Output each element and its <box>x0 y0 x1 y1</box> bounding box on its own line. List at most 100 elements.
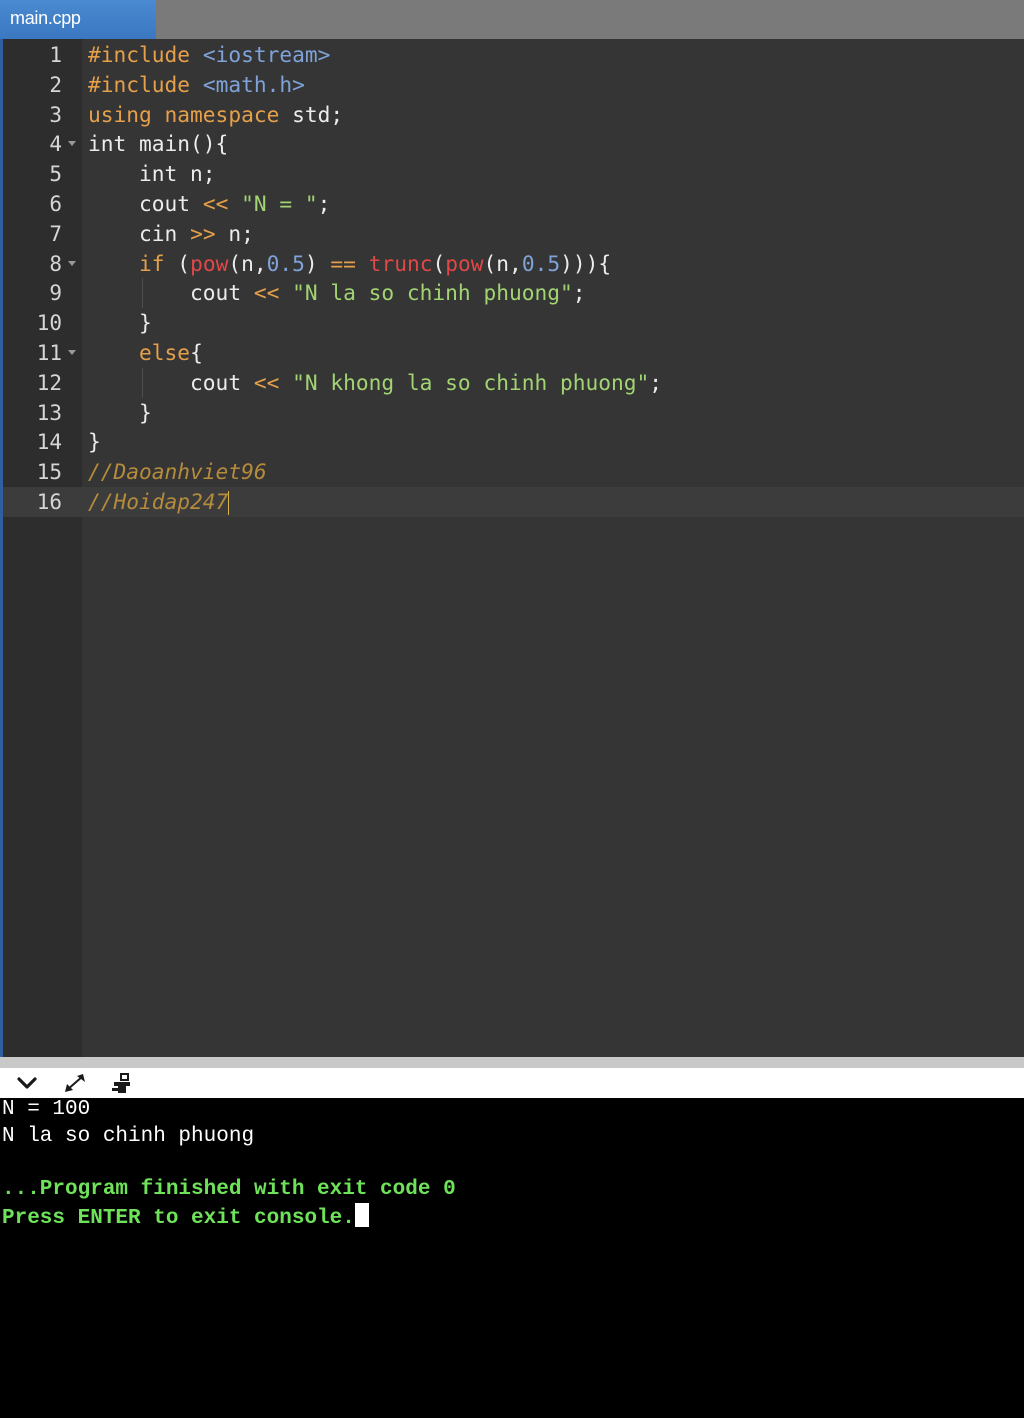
code-token: "N khong la so chinh phuong" <box>292 369 650 395</box>
code-token: << <box>253 369 293 395</box>
line-number: 13 <box>36 400 62 425</box>
code-token: #include <box>88 71 203 97</box>
code-token: ; <box>572 280 586 306</box>
panel-splitter[interactable] <box>0 1057 1024 1068</box>
line-number: 11 <box>36 341 62 365</box>
code-token: <math.h> <box>202 71 305 97</box>
code-token: ) <box>304 250 331 276</box>
code-text: } <box>88 427 101 457</box>
code-line[interactable]: 13 } <box>3 398 1024 428</box>
code-line[interactable]: 15 //Daoanhviet96 <box>3 457 1024 487</box>
line-number: 1 <box>49 43 62 67</box>
console-status-line: ...Program finished with exit code 0 <box>2 1178 456 1201</box>
fold-arrow-icon[interactable] <box>68 260 76 266</box>
code-text: if (pow(n,0.5) == trunc(pow(n,0.5))){ <box>88 249 611 279</box>
fold-arrow-icon[interactable] <box>68 350 76 355</box>
code-token: << <box>202 191 242 216</box>
code-token: ( <box>177 250 191 276</box>
code-text: cout << "N = "; <box>88 189 330 219</box>
code-text: using namespace std; <box>88 100 343 130</box>
console-prompt-text: Press ENTER to exit console. <box>2 1207 355 1230</box>
line-number: 3 <box>49 102 62 127</box>
code-token: "N la so chinh phuong" <box>292 280 573 306</box>
tab-main-cpp[interactable]: main.cpp <box>0 0 156 39</box>
code-token: int n; <box>88 161 216 187</box>
line-number: 2 <box>49 72 62 97</box>
code-editor[interactable]: 1 #include <iostream> 2 #include <math.h> 3 u… <box>3 39 1024 1057</box>
code-token: == <box>330 250 369 276</box>
code-line[interactable]: 16 //Hoidap247 <box>3 487 1024 517</box>
code-text: int main(){ <box>88 129 228 159</box>
code-token: ; <box>649 369 663 395</box>
fold-arrow-icon[interactable] <box>68 141 76 147</box>
code-line[interactable]: 12 cout << "N khong la so chinh phuong"; <box>3 367 1024 398</box>
code-text: int n; <box>88 159 216 189</box>
code-text: cout << "N la so chinh phuong"; <box>88 278 586 308</box>
code-line[interactable]: 1 #include <iostream> <box>3 40 1024 70</box>
code-text: cout << "N khong la so chinh phuong"; <box>88 368 662 398</box>
code-line[interactable]: 7 cin >> n; <box>3 219 1024 249</box>
console-toolbar <box>0 1068 1024 1098</box>
code-token: "N = " <box>241 191 318 216</box>
code-text: #include <iostream> <box>88 40 330 70</box>
code-line[interactable]: 5 int n; <box>3 159 1024 189</box>
line-number: 8 <box>49 251 62 276</box>
console-output-line: N = 100 <box>2 1098 91 1121</box>
code-token: //Hoidap247 <box>88 489 229 514</box>
code-token: cout <box>88 191 203 216</box>
code-line[interactable]: 4 int main(){ <box>3 129 1024 159</box>
line-number: 7 <box>49 221 62 246</box>
code-token: if <box>88 250 178 276</box>
code-token: << <box>253 280 293 306</box>
expand-icon[interactable] <box>62 1071 88 1095</box>
code-token: { <box>598 250 612 276</box>
code-token: ; <box>317 191 331 216</box>
code-line[interactable]: 2 #include <math.h> <box>3 70 1024 100</box>
code-line[interactable]: 10 } <box>3 308 1024 338</box>
code-token: int main(){ <box>88 131 229 157</box>
code-text: } <box>88 308 152 338</box>
code-text: //Hoidap247 <box>88 487 230 517</box>
line-number: 10 <box>36 311 62 336</box>
code-line[interactable]: 6 cout << "N = "; <box>3 189 1024 219</box>
line-number: 14 <box>36 430 62 455</box>
line-number: 6 <box>49 192 62 216</box>
tab-bar: main.cpp <box>0 0 1024 39</box>
code-line[interactable]: 8 if (pow(n,0.5) == trunc(pow(n,0.5))){ <box>3 249 1024 279</box>
code-token: ))) <box>560 250 599 276</box>
code-text: else{ <box>88 338 203 368</box>
code-token: } <box>88 399 152 425</box>
code-token: n; <box>228 220 254 246</box>
text-caret <box>228 491 230 515</box>
code-token: <iostream> <box>202 42 331 67</box>
console-prompt-line: Press ENTER to exit console. <box>2 1203 369 1232</box>
code-token: (n, <box>483 250 522 276</box>
code-token: } <box>88 310 152 336</box>
line-number: 4 <box>49 132 62 157</box>
code-token: { <box>190 340 203 365</box>
line-number: 12 <box>36 370 62 395</box>
code-token: cout <box>88 280 254 306</box>
code-line[interactable]: 3 using namespace std; <box>3 100 1024 130</box>
settings-icon[interactable] <box>110 1071 136 1095</box>
code-token: 0.5 <box>266 250 305 276</box>
line-number: 5 <box>49 162 62 187</box>
chevron-down-icon[interactable] <box>14 1071 40 1095</box>
code-line[interactable]: 9 cout << "N la so chinh phuong"; <box>3 278 1024 309</box>
code-token: std; <box>292 101 344 127</box>
code-text: //Daoanhviet96 <box>88 457 267 487</box>
console-output[interactable]: N = 100 N la so chinh phuong ...Program … <box>0 1098 1024 1418</box>
code-token: cout <box>88 369 254 395</box>
code-token: (n, <box>228 250 267 276</box>
line-number: 15 <box>36 460 62 485</box>
code-token: else <box>88 340 191 365</box>
line-number: 16 <box>36 490 62 514</box>
code-text: #include <math.h> <box>88 70 305 100</box>
code-token: pow <box>445 250 484 276</box>
console-cursor <box>354 1203 369 1227</box>
code-token: pow <box>190 250 229 276</box>
code-line[interactable]: 14} <box>3 427 1024 457</box>
console-output-line: N la so chinh phuong <box>2 1125 255 1148</box>
code-line[interactable]: 11 else{ <box>3 338 1024 368</box>
code-token: trunc <box>368 250 433 276</box>
